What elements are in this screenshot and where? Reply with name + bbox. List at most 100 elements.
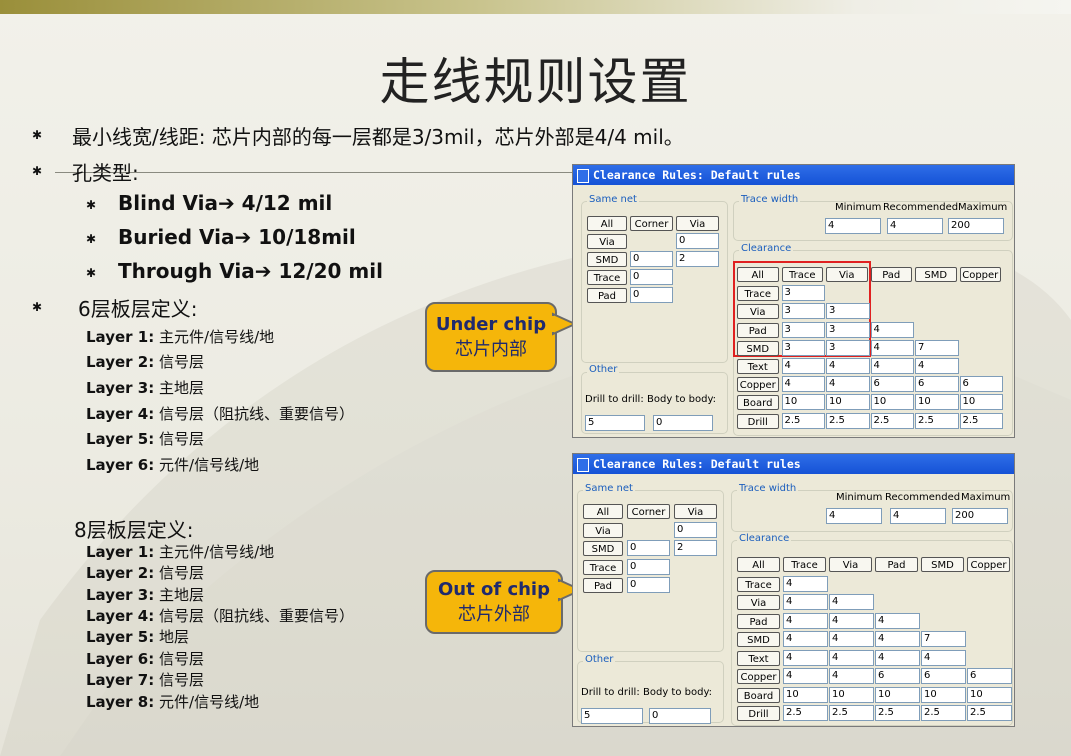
clearance-cell[interactable]: 2.5 — [959, 412, 1003, 429]
clearance-cell[interactable]: 4 — [783, 575, 828, 592]
clearance-cell[interactable]: 4 — [829, 649, 874, 666]
clearance-row-smd-button[interactable]: SMD — [737, 632, 780, 647]
clearance-cell[interactable]: 10 — [783, 686, 828, 703]
clearance-cell[interactable]: 4 — [915, 358, 959, 374]
clearance-row-board-button[interactable]: Board — [737, 395, 779, 411]
clearance-col-pad-button[interactable]: Pad — [875, 557, 918, 572]
clearance-cell[interactable]: 10 — [921, 686, 966, 703]
same-net-cell[interactable]: 0 — [627, 559, 670, 575]
clearance-cell[interactable]: 4 — [826, 376, 870, 393]
same-net-all-button[interactable]: All — [587, 216, 627, 231]
clearance-cell[interactable]: 2.5 — [829, 705, 874, 721]
same-net-cell[interactable]: 0 — [674, 522, 717, 538]
clearance-cell[interactable]: 10 — [826, 394, 870, 411]
trace-width-min-input[interactable]: 4 — [825, 218, 881, 234]
clearance-cell[interactable]: 2.5 — [783, 705, 828, 721]
clearance-cell[interactable]: 6 — [959, 376, 1003, 393]
clearance-col-pad-button[interactable]: Pad — [870, 267, 912, 282]
same-net-cell[interactable]: 0 — [630, 269, 673, 285]
clearance-row-trace-button[interactable]: Trace — [737, 576, 780, 592]
same-net-cell[interactable]: 0 — [627, 577, 670, 593]
same-net-cell[interactable]: 0 — [627, 540, 670, 556]
same-net-via-button[interactable]: Via — [674, 504, 717, 519]
trace-width-min-input[interactable]: 4 — [826, 508, 882, 524]
clearance-cell[interactable]: 6 — [915, 376, 959, 393]
same-net-row-via[interactable]: Via — [587, 234, 627, 249]
clearance-cell[interactable]: 4 — [921, 649, 966, 666]
clearance-col-all-button[interactable]: All — [737, 557, 780, 572]
clearance-cell[interactable]: 4 — [829, 668, 874, 684]
same-net-cell[interactable]: 0 — [630, 287, 673, 303]
clearance-cell[interactable]: 4 — [781, 376, 825, 393]
clearance-col-copper-button[interactable]: Copper — [967, 557, 1010, 572]
clearance-cell[interactable]: 3 — [826, 339, 870, 356]
clearance-cell[interactable]: 3 — [781, 303, 825, 320]
clearance-cell[interactable]: 2.5 — [781, 412, 825, 429]
clearance-cell[interactable]: 3 — [781, 285, 825, 302]
clearance-cell[interactable]: 2.5 — [870, 412, 914, 429]
same-net-row-trace[interactable]: Trace — [583, 560, 623, 575]
clearance-col-smd-button[interactable]: SMD — [921, 557, 964, 572]
clearance-cell[interactable]: 4 — [875, 612, 920, 629]
same-net-row-trace[interactable]: Trace — [587, 270, 627, 285]
trace-width-rec-input[interactable]: 4 — [890, 508, 946, 524]
clearance-cell[interactable]: 2.5 — [921, 705, 966, 721]
clearance-cell[interactable]: 10 — [915, 394, 959, 411]
clearance-col-via-button[interactable]: Via — [829, 557, 872, 572]
clearance-col-smd-button[interactable]: SMD — [915, 267, 957, 282]
clearance-cell[interactable]: 4 — [783, 649, 828, 666]
clearance-row-pad-button[interactable]: Pad — [737, 322, 779, 338]
clearance-cell[interactable]: 7 — [921, 631, 966, 647]
clearance-row-drill-button[interactable]: Drill — [737, 413, 779, 429]
clearance-cell[interactable]: 3 — [826, 303, 870, 320]
same-net-row-via[interactable]: Via — [583, 523, 623, 538]
clearance-cell[interactable]: 4 — [783, 668, 828, 684]
clearance-cell[interactable]: 2.5 — [915, 412, 959, 429]
body-to-body-input[interactable]: 0 — [653, 415, 713, 431]
clearance-cell[interactable]: 3 — [781, 339, 825, 356]
clearance-cell[interactable]: 10 — [967, 686, 1012, 703]
clearance-cell[interactable]: 4 — [829, 594, 874, 610]
clearance-cell[interactable]: 4 — [870, 358, 914, 374]
clearance-cell[interactable]: 4 — [870, 339, 914, 356]
clearance-cell[interactable]: 6 — [870, 376, 914, 393]
clearance-row-copper-button[interactable]: Copper — [737, 377, 779, 393]
clearance-cell[interactable]: 4 — [829, 612, 874, 629]
clearance-cell[interactable]: 2.5 — [875, 705, 920, 721]
clearance-row-pad-button[interactable]: Pad — [737, 613, 780, 629]
clearance-cell[interactable]: 4 — [783, 631, 828, 647]
same-net-cell[interactable]: 0 — [676, 233, 719, 249]
clearance-row-trace-button[interactable]: Trace — [737, 286, 779, 302]
body-to-body-input[interactable]: 0 — [649, 708, 711, 724]
clearance-cell[interactable]: 4 — [783, 594, 828, 610]
clearance-cell[interactable]: 6 — [921, 668, 966, 684]
clearance-row-copper-button[interactable]: Copper — [737, 669, 780, 684]
clearance-cell[interactable]: 10 — [959, 394, 1003, 411]
same-net-corner-button[interactable]: Corner — [627, 504, 670, 519]
trace-width-max-input[interactable]: 200 — [948, 218, 1004, 234]
clearance-col-all-button[interactable]: All — [737, 267, 779, 282]
clearance-col-trace-button[interactable]: Trace — [781, 267, 823, 282]
clearance-cell[interactable]: 4 — [781, 358, 825, 374]
clearance-cell[interactable]: 4 — [875, 631, 920, 647]
drill-to-drill-input[interactable]: 5 — [585, 415, 645, 431]
same-net-cell[interactable]: 2 — [674, 540, 717, 556]
clearance-cell[interactable]: 10 — [875, 686, 920, 703]
clearance-row-drill-button[interactable]: Drill — [737, 706, 780, 721]
clearance-cell[interactable]: 6 — [967, 668, 1012, 684]
clearance-row-text-button[interactable]: Text — [737, 359, 779, 374]
clearance-cell[interactable]: 2.5 — [967, 705, 1012, 721]
clearance-cell[interactable]: 3 — [826, 321, 870, 338]
same-net-row-smd[interactable]: SMD — [587, 252, 627, 267]
clearance-row-board-button[interactable]: Board — [737, 687, 780, 703]
trace-width-rec-input[interactable]: 4 — [887, 218, 943, 234]
clearance-col-via-button[interactable]: Via — [826, 267, 868, 282]
clearance-cell[interactable]: 4 — [826, 358, 870, 374]
clearance-cell[interactable]: 10 — [829, 686, 874, 703]
same-net-row-pad[interactable]: Pad — [587, 288, 627, 303]
same-net-cell[interactable]: 2 — [676, 251, 719, 267]
clearance-cell[interactable]: 4 — [783, 612, 828, 629]
clearance-cell[interactable]: 10 — [870, 394, 914, 411]
same-net-corner-button[interactable]: Corner — [630, 216, 673, 231]
clearance-row-via-button[interactable]: Via — [737, 304, 779, 320]
